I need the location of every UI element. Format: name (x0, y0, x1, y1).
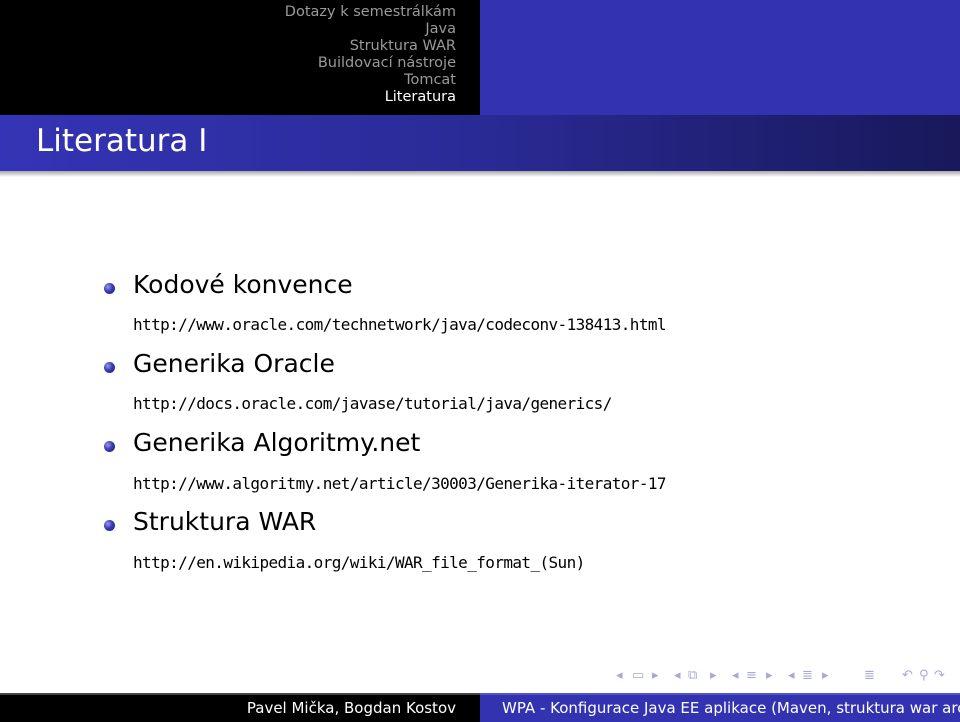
nav-section-java[interactable]: Java (285, 21, 456, 38)
header-section-nav: Dotazy k semestrálkám Java Struktura WAR… (0, 0, 480, 115)
nav-right-icon[interactable]: ▸ (710, 668, 717, 683)
nav-left-icon[interactable]: ◂ (674, 668, 681, 683)
nav-left-icon[interactable]: ◂ (732, 668, 739, 683)
item-title: Struktura WAR (133, 507, 317, 536)
nav-right-icon[interactable]: ▸ (652, 668, 659, 683)
title-bar-shadow (0, 171, 960, 177)
section-navigation: Dotazy k semestrálkám Java Struktura WAR… (285, 4, 456, 106)
subsection-icon[interactable]: ≡ (746, 668, 757, 683)
nav-section-literatura[interactable]: Literatura (285, 89, 456, 106)
bullet-icon (104, 283, 115, 294)
search-icon[interactable]: ⚲ (919, 668, 929, 683)
nav-section-tomcat[interactable]: Tomcat (285, 72, 456, 89)
nav-section-dotazy[interactable]: Dotazy k semestrálkám (285, 4, 456, 21)
bullet-icon (104, 441, 115, 452)
section-icon[interactable]: ≣ (802, 668, 813, 683)
nav-left-icon[interactable]: ◂ (616, 668, 623, 683)
footer-author: Pavel Mička, Bogdan Kostov (246, 699, 456, 717)
item-title: Kodové konvence (133, 270, 353, 299)
nav-right-icon[interactable]: ▸ (822, 668, 829, 683)
item-url[interactable]: http://en.wikipedia.org/wiki/WAR_file_fo… (133, 553, 585, 572)
nav-section-buildovaci-nastroje[interactable]: Buildovací nástroje (285, 55, 456, 72)
slide-icon[interactable]: ▭ (632, 668, 644, 683)
nav-right-icon[interactable]: ▸ (766, 668, 773, 683)
undo-icon[interactable]: ↶ (902, 668, 913, 683)
align-icon[interactable]: ≣ (864, 668, 875, 683)
redo-icon[interactable]: ↷ (934, 668, 945, 683)
bullet-icon (104, 520, 115, 531)
frame-icon[interactable]: ⧉ (688, 668, 697, 683)
item-url[interactable]: http://www.oracle.com/technetwork/java/c… (133, 315, 667, 334)
header-right-panel (480, 0, 960, 115)
nav-section-struktura-war[interactable]: Struktura WAR (285, 38, 456, 55)
item-title: Generika Algoritmy.net (133, 428, 421, 457)
item-url[interactable]: http://docs.oracle.com/javase/tutorial/j… (133, 394, 612, 413)
item-url[interactable]: http://www.algoritmy.net/article/30003/G… (133, 474, 667, 493)
bullet-icon (104, 362, 115, 373)
footer-author-bar: Pavel Mička, Bogdan Kostov (0, 693, 480, 722)
frame-title-bar: Literatura I (0, 115, 960, 171)
nav-left-icon[interactable]: ◂ (788, 668, 795, 683)
footer-title: WPA - Konfigurace Java EE aplikace (Mave… (502, 699, 960, 717)
frame-title: Literatura I (36, 123, 208, 159)
footer-title-bar: WPA - Konfigurace Java EE aplikace (Mave… (480, 693, 960, 722)
item-title: Generika Oracle (133, 349, 335, 378)
beamer-navigation-symbols: ◂ ▭ ▸ ◂ ⧉ ▸ ◂ ≡ ▸ ◂ ≣ ▸ ≣ ↶ ⚲ ↷ (616, 668, 956, 692)
